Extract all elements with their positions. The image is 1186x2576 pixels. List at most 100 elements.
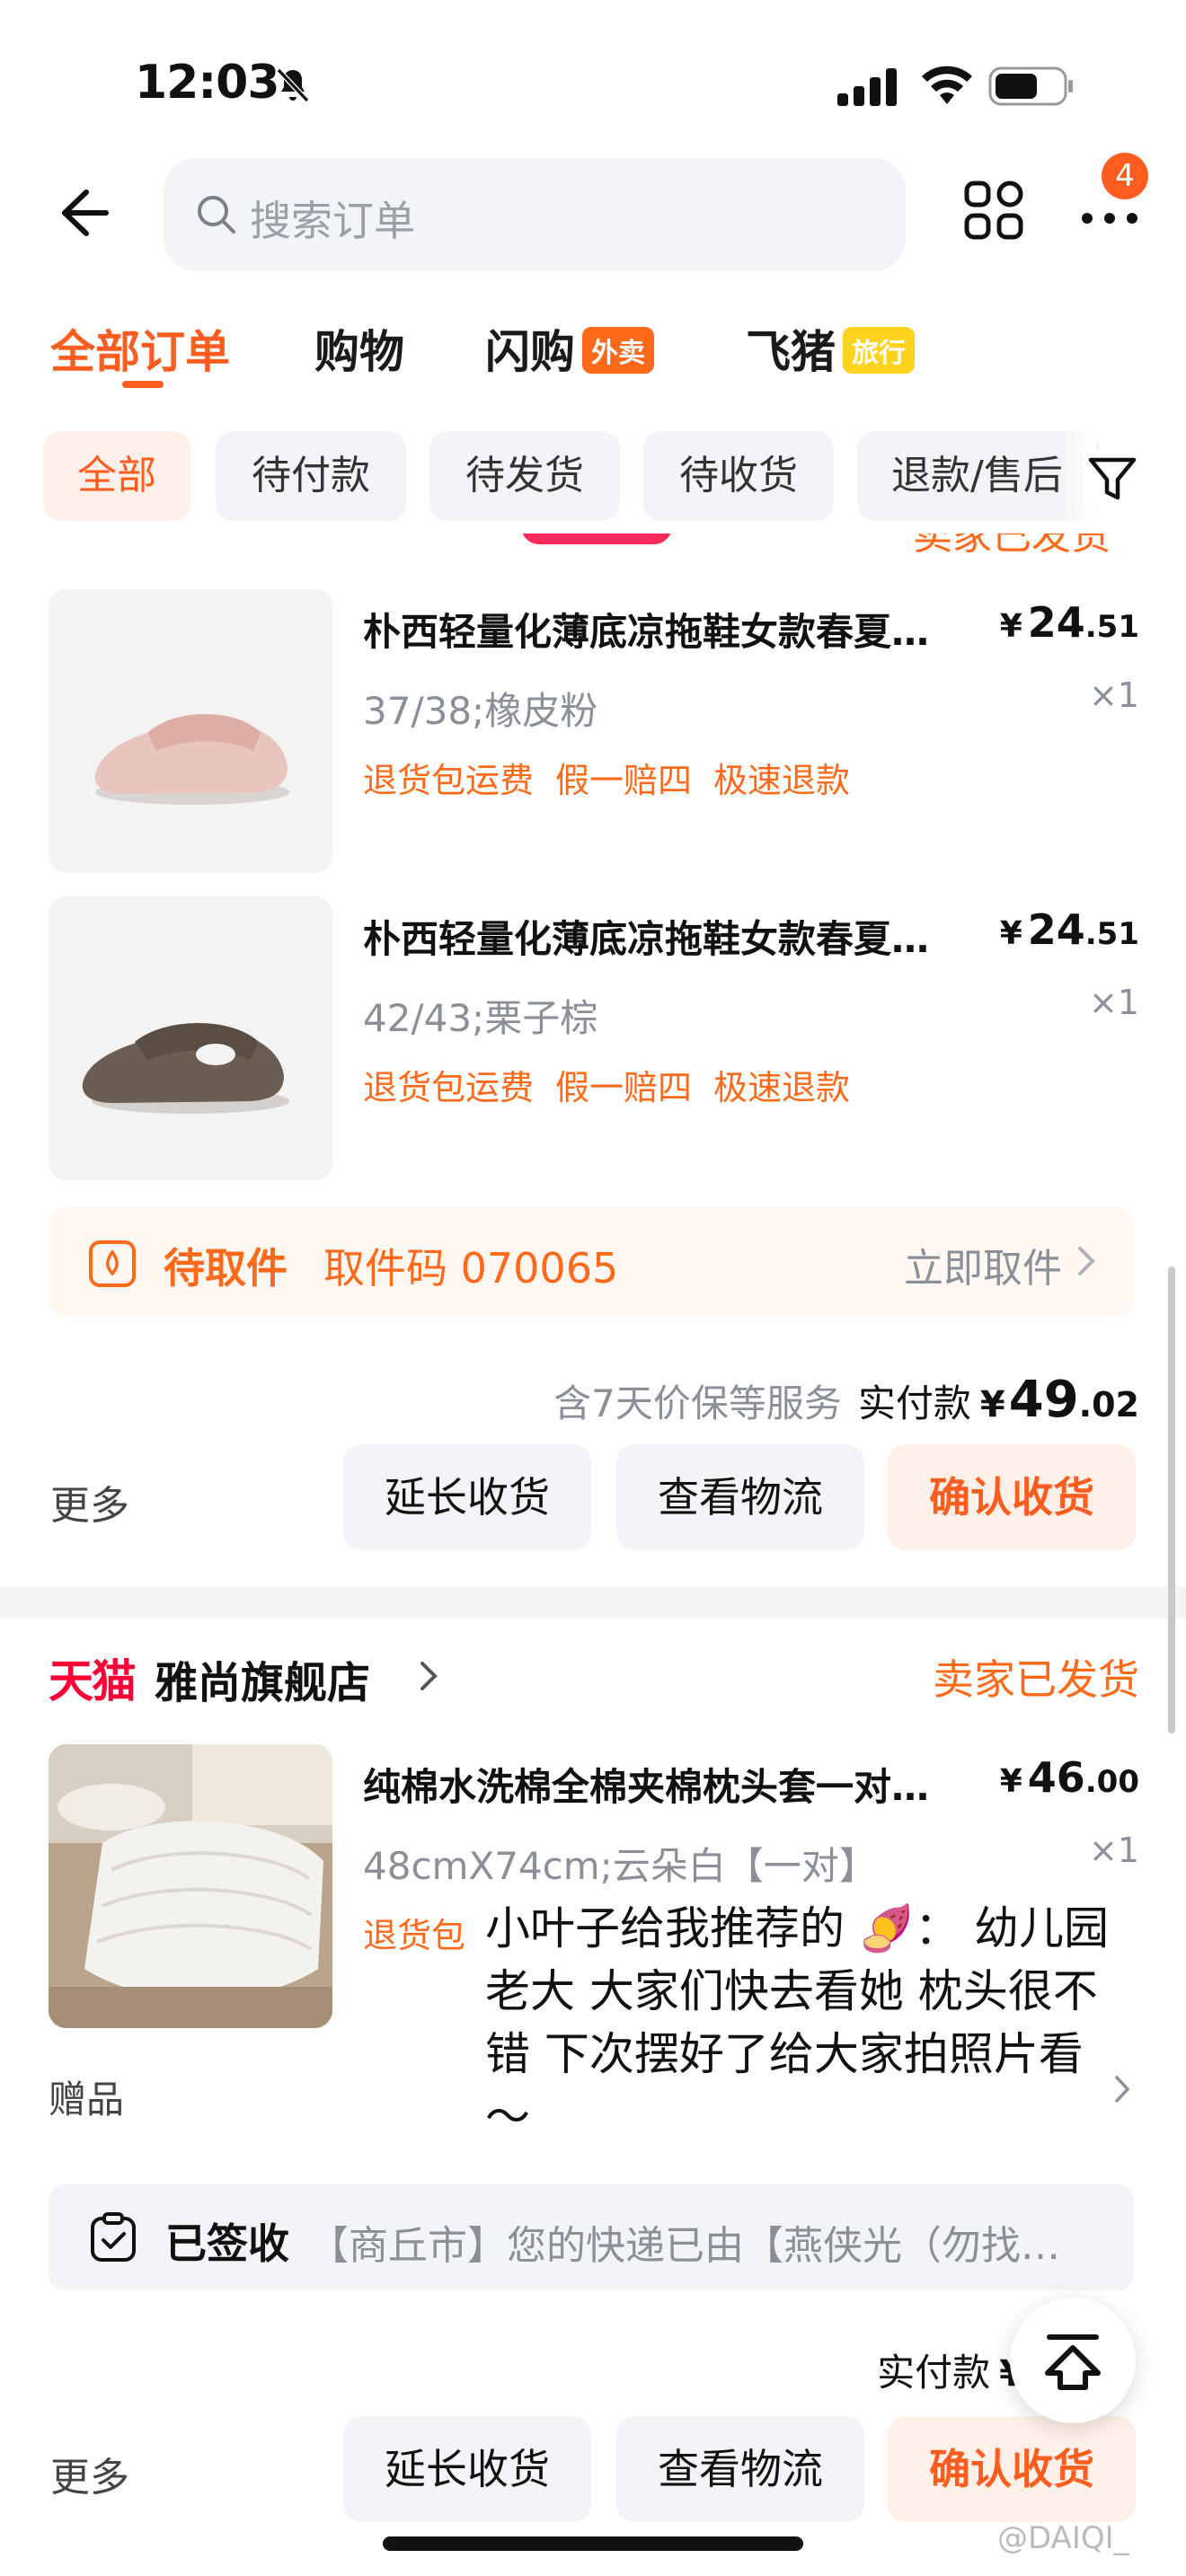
badge-free-return: 退货包 — [363, 1916, 466, 1955]
paid-amount: 49.02 — [1008, 1371, 1139, 1429]
product-image — [49, 589, 332, 873]
badge-fake-compensation: 假一赔四 — [555, 1068, 693, 1107]
product-quantity: ×1 — [1088, 1831, 1139, 1870]
order-item[interactable]: 朴西轻量化薄底凉拖鞋女款春夏… ¥24.51 37/38;橡皮粉 ×1 退货包运… — [0, 589, 1186, 877]
product-price: ¥24.51 — [999, 905, 1139, 954]
pickup-banner[interactable]: 待取件 取件码 070065 立即取件 — [49, 1207, 1134, 1317]
tmall-logo: 天猫 — [49, 1655, 137, 1707]
chip-pending-receipt[interactable]: 待收货 — [643, 431, 834, 521]
delivery-status-bar[interactable]: 已签收 【商丘市】您的快递已由【燕侠光（勿找… — [49, 2184, 1134, 2290]
order-list[interactable]: 卖家已发货 朴西轻量化薄底凉拖鞋女款春夏… ¥24.51 37/38;橡皮粉 ×… — [0, 534, 1186, 2576]
header-bar: 搜索订单 4 — [0, 153, 1186, 278]
confirm-receipt-button[interactable]: 确认收货 — [888, 1444, 1136, 1550]
apps-grid-icon[interactable] — [963, 180, 1024, 241]
search-input[interactable]: 搜索订单 — [164, 158, 906, 271]
chip-pending-shipment[interactable]: 待发货 — [429, 431, 620, 521]
takeout-tag: 外卖 — [582, 327, 654, 374]
product-sku: 37/38;橡皮粉 — [363, 689, 598, 733]
pickup-status: 待取件 — [164, 1244, 288, 1292]
view-logistics-button[interactable]: 查看物流 — [616, 1444, 864, 1550]
back-to-top-icon — [1045, 2334, 1101, 2390]
extend-receipt-button[interactable]: 延长收货 — [343, 1444, 591, 1550]
home-indicator[interactable] — [383, 2536, 803, 2551]
product-image — [49, 896, 332, 1180]
chevron-right-icon — [420, 1662, 438, 1690]
back-to-top-button[interactable] — [1010, 2298, 1136, 2423]
watermark: @DAIQI_ — [997, 2520, 1129, 2556]
tab-shopping[interactable]: 购物 — [314, 316, 404, 381]
back-arrow-icon[interactable] — [50, 181, 113, 244]
slipper-brown-image — [49, 896, 332, 1180]
order-divider — [0, 1586, 1186, 1619]
status-time: 12:03 — [135, 56, 280, 110]
delivery-detail: 【商丘市】您的快递已由【燕侠光（勿找… — [309, 2223, 1060, 2269]
service-badges: 退货包运费 假一赔四 极速退款 — [363, 753, 872, 802]
travel-tag: 旅行 — [843, 327, 915, 374]
badge-fast-refund: 极速退款 — [713, 761, 851, 800]
badge-free-return: 退货包运费 — [363, 1068, 535, 1107]
slipper-pink-image — [49, 589, 332, 873]
pickup-now-link[interactable]: 立即取件 — [904, 1236, 1062, 1293]
chip-all[interactable]: 全部 — [43, 431, 190, 521]
product-quantity: ×1 — [1088, 675, 1139, 715]
tab-label: 闪购 — [485, 326, 575, 378]
search-icon — [198, 196, 235, 234]
more-link[interactable]: 更多 — [50, 2445, 129, 2502]
view-logistics-button[interactable]: 查看物流 — [616, 2416, 864, 2522]
confirm-receipt-button[interactable]: 确认收货 — [888, 2416, 1136, 2522]
product-title: 朴西轻量化薄底凉拖鞋女款春夏… — [363, 917, 930, 961]
payment-summary: 含7天价保等服务 实付款 ¥49.02 — [553, 1371, 1139, 1429]
product-image — [49, 1744, 332, 2028]
product-title: 朴西轻量化薄底凉拖鞋女款春夏… — [363, 610, 930, 654]
more-dots-icon[interactable] — [1078, 205, 1141, 232]
paid-label: 实付款 — [877, 2351, 991, 2395]
pillow-image — [49, 1744, 332, 2028]
active-tab-indicator — [122, 381, 164, 388]
paid-label: 实付款 — [857, 1381, 971, 1425]
payment-summary: 实付款¥ — [877, 2342, 1028, 2397]
product-title: 纯棉水洗棉全棉夹棉枕头套一对… — [363, 1765, 930, 1809]
store-pill — [521, 534, 672, 544]
service-badges: 退货包 — [363, 1908, 487, 1957]
delivery-status: 已签收 — [165, 2219, 289, 2268]
battery-icon — [988, 66, 1073, 106]
product-price: ¥46.00 — [999, 1753, 1139, 1802]
chevron-right-icon — [1078, 1247, 1095, 1275]
tab-flash-buy[interactable]: 闪购 外卖 — [485, 316, 654, 381]
parcel-locker-icon — [89, 1240, 136, 1287]
filter-funnel-icon[interactable] — [1084, 451, 1141, 508]
status-filter-chips: 全部 待付款 待发货 待收货 退款/售后 — [0, 426, 1186, 534]
badge-fake-compensation: 假一赔四 — [555, 761, 693, 800]
status-bar: 12:03 — [0, 0, 1186, 162]
store-header[interactable]: 天猫 雅尚旗舰店 卖家已发货 — [0, 1645, 1186, 1726]
order-item[interactable]: 朴西轻量化薄底凉拖鞋女款春夏… ¥24.51 42/43;栗子棕 ×1 退货包运… — [0, 896, 1186, 1184]
order-actions: 更多 延长收货 查看物流 确认收货 — [0, 2413, 1186, 2529]
store-name[interactable]: 雅尚旗舰店 — [155, 1647, 370, 1710]
chevron-right-icon — [1115, 2076, 1130, 2103]
extend-receipt-button[interactable]: 延长收货 — [343, 2416, 591, 2522]
tab-all-orders[interactable]: 全部订单 — [50, 316, 230, 381]
wifi-icon — [922, 66, 972, 104]
price-protection-note: 含7天价保等服务 — [553, 1381, 842, 1425]
scrollbar[interactable] — [1168, 1266, 1175, 1734]
order-status: 卖家已发货 — [913, 534, 1111, 557]
more-link[interactable]: 更多 — [50, 1473, 129, 1531]
order-status: 卖家已发货 — [933, 1655, 1139, 1704]
search-placeholder: 搜索订单 — [250, 197, 415, 245]
tab-label: 飞猪 — [746, 326, 836, 378]
product-price: ¥24.51 — [999, 598, 1139, 647]
bell-muted-icon — [276, 67, 310, 103]
product-quantity: ×1 — [1088, 983, 1139, 1022]
caption-overlay-text: 小叶子给我推荐的 🍠： 幼儿园老大 大家们快去看她 枕头很不错 下次摆好了给大家… — [485, 1902, 1110, 2143]
gift-label[interactable]: 赠品 — [49, 2069, 124, 2124]
tab-label: 购物 — [314, 326, 404, 378]
clipboard-check-icon — [91, 2212, 136, 2262]
badge-fast-refund: 极速退款 — [713, 1068, 851, 1107]
pickup-code: 取件码 070065 — [323, 1244, 619, 1292]
tab-fliggy[interactable]: 飞猪 旅行 — [746, 316, 915, 381]
chip-pending-payment[interactable]: 待付款 — [216, 431, 406, 521]
service-badges: 退货包运费 假一赔四 极速退款 — [363, 1060, 872, 1109]
cellular-signal-icon — [837, 68, 897, 106]
product-sku: 48cmX74cm;云朵白【一对】 — [363, 1844, 877, 1888]
notification-badge: 4 — [1102, 153, 1148, 199]
